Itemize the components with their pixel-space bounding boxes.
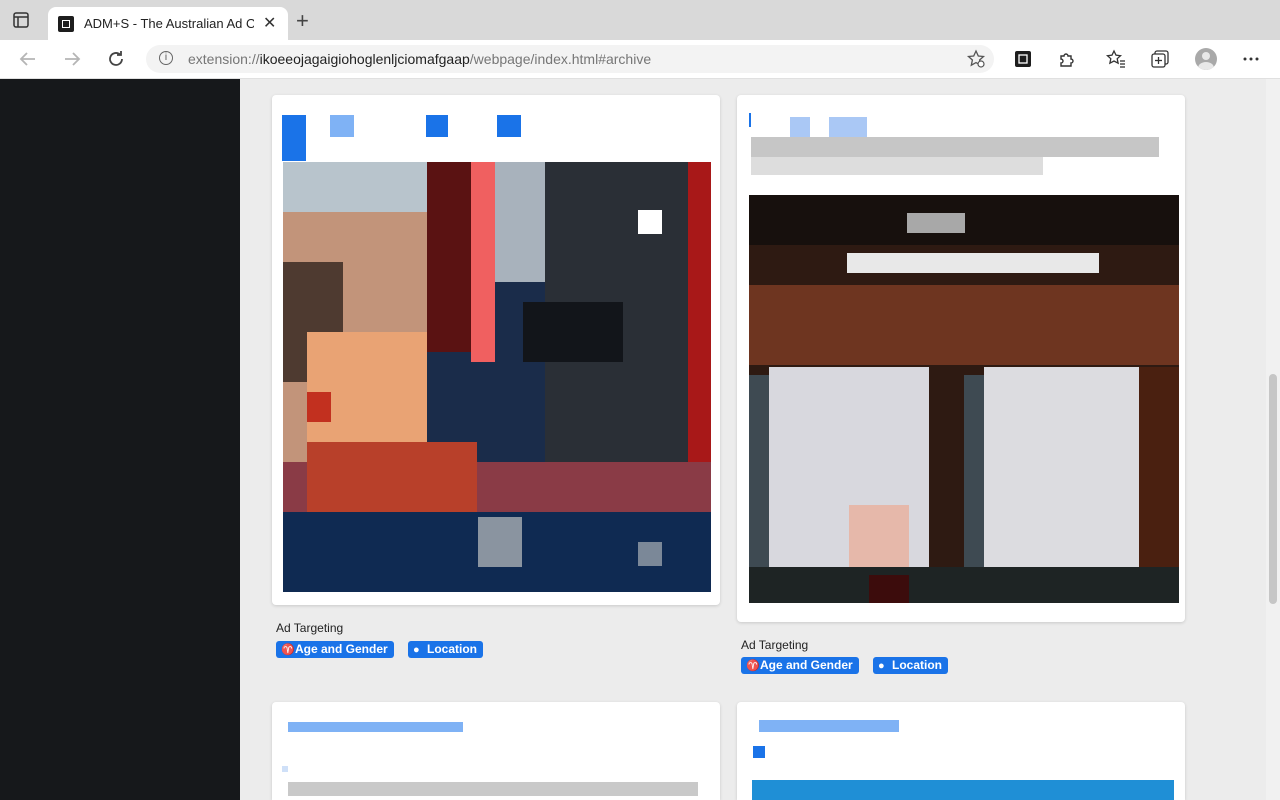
extensions-puzzle-icon[interactable] [1056, 48, 1078, 70]
blurred-ad-image [752, 780, 1174, 800]
ad-card[interactable] [737, 702, 1185, 800]
reload-icon[interactable] [104, 47, 128, 71]
blurred-text [330, 115, 354, 137]
tab-title: ADM+S - The Australian Ad Ob [84, 16, 254, 31]
sidebar-panel [0, 79, 240, 800]
location-pin-icon: ● [413, 644, 420, 656]
chip-age-gender[interactable]: ♈Age and Gender [276, 641, 394, 658]
ad-card[interactable] [272, 95, 720, 605]
blurred-avatar [282, 115, 306, 161]
blurred-text [282, 766, 288, 772]
blurred-text [288, 722, 463, 732]
chip-location[interactable]: ● Location [408, 641, 483, 658]
address-bar[interactable]: i extension://ikoeeojagaigiohoglenljciom… [146, 45, 994, 73]
more-menu-icon[interactable] [1240, 48, 1262, 70]
add-favorite-icon[interactable] [966, 49, 986, 74]
extension-active-icon[interactable] [1012, 48, 1034, 70]
browser-tab[interactable]: ADM+S - The Australian Ad Ob ✕ [48, 7, 288, 41]
pixelated-ad-image [283, 162, 711, 592]
scrollbar-thumb[interactable] [1269, 374, 1277, 604]
target-people-icon: ♈ [746, 660, 760, 672]
site-info-icon[interactable]: i [159, 51, 173, 65]
url-text: extension://ikoeeojagaigiohoglenljciomaf… [188, 51, 652, 67]
ad-targeting-label: Ad Targeting [276, 621, 344, 635]
tab-actions-icon[interactable] [12, 11, 30, 29]
favorites-icon[interactable] [1105, 48, 1127, 70]
profile-avatar[interactable] [1195, 48, 1217, 70]
ad-card[interactable] [737, 95, 1185, 622]
blurred-text [829, 117, 867, 137]
blurred-text [288, 782, 698, 796]
blurred-avatar [749, 113, 751, 127]
back-arrow-icon[interactable] [16, 47, 40, 71]
collections-icon[interactable] [1149, 48, 1171, 70]
blurred-text [790, 117, 810, 137]
chip-location[interactable]: ● Location [873, 657, 948, 674]
close-tab-icon[interactable]: ✕ [263, 13, 276, 33]
tab-strip: ADM+S - The Australian Ad Ob ✕ + [0, 0, 1280, 41]
extension-favicon-icon [58, 16, 74, 32]
ad-card[interactable] [272, 702, 720, 800]
blurred-text [751, 157, 1043, 175]
ad-targeting-label: Ad Targeting [741, 638, 809, 652]
browser-toolbar: i extension://ikoeeojagaigiohoglenljciom… [0, 40, 1280, 79]
blurred-text [753, 746, 765, 758]
new-tab-button[interactable]: + [296, 8, 309, 34]
blurred-text [751, 137, 1159, 157]
blurred-text [497, 115, 521, 137]
blurred-text [759, 720, 899, 732]
chip-age-gender[interactable]: ♈Age and Gender [741, 657, 859, 674]
location-pin-icon: ● [878, 660, 885, 672]
pixelated-ad-image [749, 195, 1179, 603]
forward-arrow-icon[interactable] [60, 47, 84, 71]
target-people-icon: ♈ [281, 644, 295, 656]
page-scrollbar[interactable] [1266, 79, 1280, 800]
blurred-text [426, 115, 448, 137]
